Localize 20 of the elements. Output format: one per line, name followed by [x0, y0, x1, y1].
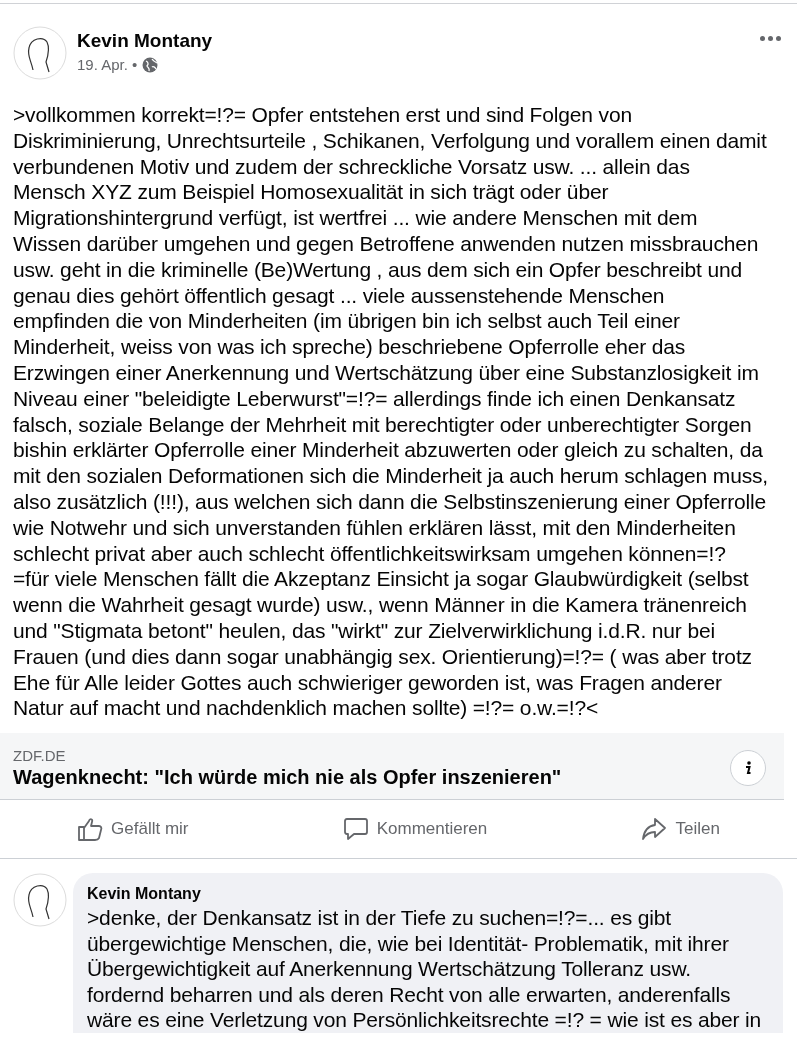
- info-button[interactable]: [730, 750, 766, 787]
- share-arrow-icon: [641, 816, 668, 843]
- comment-text: >denke, der Denkansatz ist in der Tiefe zu suchen=!?=... es gibt übergewichtige Menschen, die, wie bei Identität- Problematik, mit ihrer Übergewichtigkeit auf Anerkennung Wertschätzung Tolleranz usw. fordernd beharren und als deren Recht von alle erwarten, anderenfalls wäre es eine Verletzung von Persönlichkeitsrechte =!? = wie ist es aber in: [87, 905, 763, 1033]
- link-title[interactable]: Wagenknecht: "Ich würde mich nie als Opfer inszenieren": [13, 766, 730, 790]
- comment-button[interactable]: Kommentieren: [336, 812, 494, 847]
- speech-bubble-icon: [342, 816, 369, 843]
- thumbs-up-icon: [77, 816, 104, 843]
- link-source: ZDF.DE: [13, 747, 67, 765]
- info-icon: [743, 760, 753, 777]
- author-name[interactable]: Kevin Montany: [77, 30, 748, 52]
- share-button[interactable]: Teilen: [635, 812, 726, 847]
- avatar[interactable]: [13, 873, 67, 928]
- comment-author[interactable]: Kevin Montany: [87, 885, 767, 904]
- more-options-button[interactable]: [758, 34, 783, 43]
- post-date[interactable]: 19. Apr. •: [77, 56, 138, 73]
- post-text: >vollkommen korrekt=!?= Opfer entstehen erst und sind Folgen von Diskriminierung, Unrechtsurteile , Schikanen, Verfolgung und vorallem einen damit verbundenen Motiv und zudem der schreckliche Vorsatz usw. ... allein das Mensch XYZ zum Beispiel Homosexualität in sich trägt oder über Migrationshintergrund verfügt, ist wertfrei ... wie andere Menschen mit dem Wissen darüber umgehen und gegen Betroffene anwenden nutzen missbrauchen usw. geht in die kriminelle (Be)Wertung , aus dem sich ein Opfer beschreibt und genau dies gehört öffentlich gesagt ... viele aussenstehende Menschen empfinden die von Minderheiten (im übrigen bin ich selbst auch Teil einer Minderheit, weiss von was ich spreche) beschriebene Opferrolle eher das Erzwingen einer Anerkennung und Wertschätzung über eine Substanzlosigkeit im Niveau einer "beleidigte Leberwurst"=!?= allerdings finde ich einen Denkansatz falsch, soziale Belange der Mehrheit mit berechtigter oder unberechtigter Sorgen bishin erklärter Opferrolle einer Minderheit abzuwerten oder gleich zu schalten, da mit den sozialen Deformationen sich die Minderheit ja auch herum schlagen muss, also zusätzlich (!!!), aus welchen sich dann die Selbstinszenierung einer Opferrolle wie Notwehr und sich unverstanden fühlen erklären lässt, mit den Minderheiten schlecht privat aber auch schlecht öffentlichkeitswirksam umgehen können=!? =für viele Menschen fällt die Akzeptanz Einsicht ja sogar Glaubwürdigkeit (selbst wenn die Wahrheit gesagt wurde) usw., wenn Männer in die Kamera tränenreich und "Stigmata betont" heulen, das "wirkt" zur Zielverwirklichung i.d.R. nur bei Frauen (und dies dann sogar unabhängig sex. Orientierung)=!?= ( was aber trotz Ehe für Alle leider Gottes auch schwieriger geworden ist, was Fragen anderer Natur auf macht und nachdenklich machen sollte) =!?= o.w.=!?<: [12, 102, 770, 722]
- like-button[interactable]: Gefällt mir: [71, 812, 195, 847]
- link-preview[interactable]: ZDF.DE Wagenknecht: "Ich würde mich nie als Opfer inszenieren": [0, 733, 784, 801]
- globe-icon: [142, 56, 159, 73]
- avatar[interactable]: [13, 26, 67, 80]
